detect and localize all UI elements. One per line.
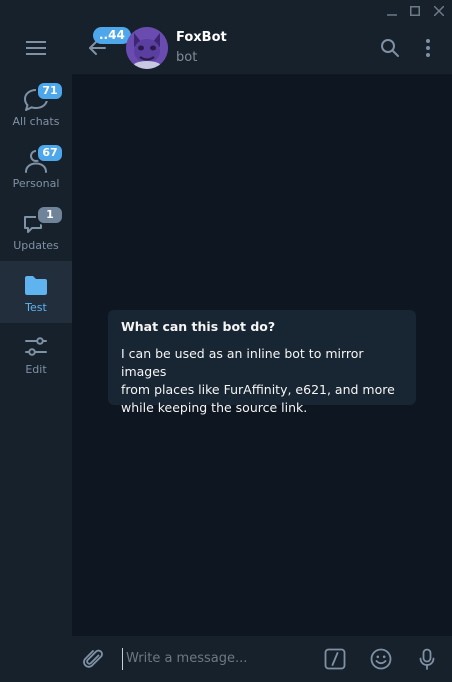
bot-description-card: What can this bot do? I can be used as a… [108, 310, 416, 415]
folder-icon [20, 269, 52, 301]
folder-updates[interactable]: 1 Updates [0, 199, 72, 261]
folders-sidebar: 71 All chats 67 Personal 1 Updates Test [0, 21, 72, 682]
unread-badge: 1 [36, 205, 64, 225]
folder-personal[interactable]: 67 Personal [0, 137, 72, 199]
bot-description-title: What can this bot do? [121, 319, 276, 334]
message-input[interactable]: Write a message... [122, 648, 312, 670]
sliders-icon [20, 331, 52, 363]
maximize-icon[interactable] [403, 0, 427, 21]
attach-icon[interactable] [82, 647, 106, 671]
unread-badge: 71 [36, 81, 64, 101]
chat-title: FoxBot [176, 30, 227, 45]
unread-count-badge: ..44 [93, 27, 131, 44]
telegram-window: 71 All chats 67 Personal 1 Updates Test [0, 0, 452, 682]
bot-avatar[interactable] [126, 27, 168, 69]
unread-badge: 67 [36, 143, 64, 163]
chat-header: ..44 FoxBot bot [72, 21, 452, 75]
message-composer: Write a message... [72, 636, 452, 682]
folder-label: All chats [12, 115, 60, 128]
close-icon[interactable] [427, 0, 451, 21]
folder-test[interactable]: Test [0, 261, 72, 323]
bot-description-text: I can be used as an inline bot to mirror… [121, 346, 395, 415]
chat-status: bot [176, 50, 198, 65]
emoji-icon[interactable] [369, 647, 393, 671]
microphone-icon[interactable] [415, 647, 439, 671]
folder-label: Personal [12, 177, 60, 190]
folder-label: Edit [25, 363, 47, 376]
folder-label: Test [25, 301, 47, 314]
folder-label: Updates [13, 239, 59, 252]
more-icon[interactable] [416, 36, 440, 60]
folder-edit[interactable]: Edit [0, 323, 72, 385]
minimize-icon[interactable] [380, 0, 404, 21]
title-bar [0, 0, 452, 21]
search-icon[interactable] [378, 36, 402, 60]
bot-commands-icon[interactable] [323, 647, 347, 671]
folder-all-chats[interactable]: 71 All chats [0, 75, 72, 137]
hamburger-icon[interactable] [0, 21, 72, 75]
